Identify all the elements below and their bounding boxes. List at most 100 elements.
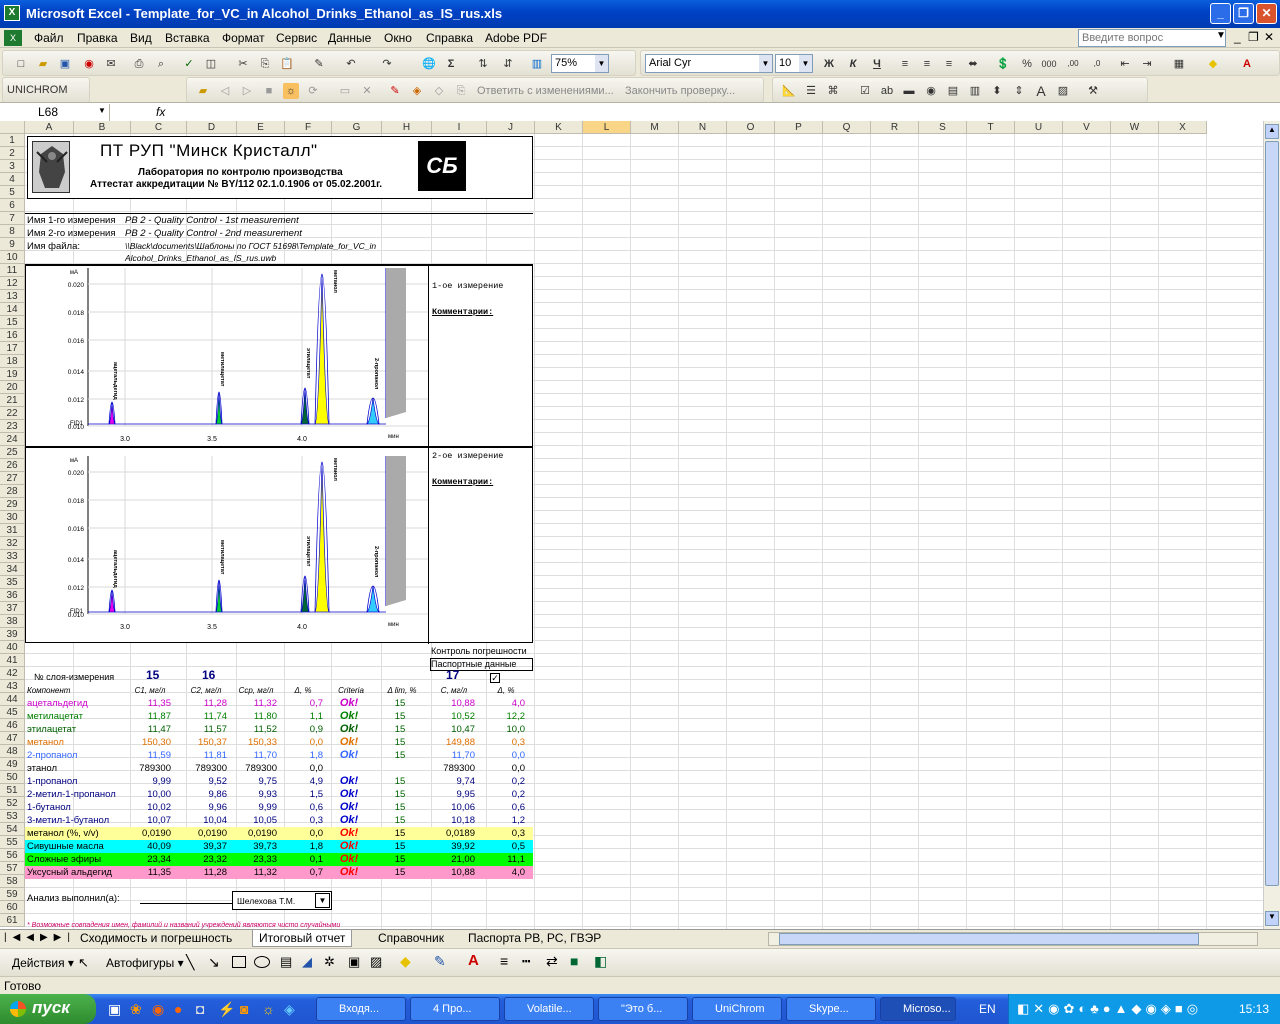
row-header[interactable]: 50 <box>0 771 25 784</box>
align-right-icon[interactable]: ≡ <box>941 56 957 72</box>
column-header-r[interactable]: R <box>871 121 919 134</box>
row-header[interactable]: 5 <box>0 186 25 199</box>
align-center-icon[interactable]: ≡ <box>919 56 935 72</box>
refresh-icon[interactable]: ⟳ <box>305 83 321 99</box>
reply-icon[interactable]: ⎘ <box>453 83 469 99</box>
menu-help[interactable]: Справка <box>426 31 473 45</box>
menu-data[interactable]: Данные <box>328 31 371 45</box>
wordart-icon[interactable]: ◢ <box>302 954 312 970</box>
column-header-w[interactable]: W <box>1111 121 1159 134</box>
listbox-control-icon[interactable]: ▤ <box>945 83 961 99</box>
column-header-j[interactable]: J <box>487 121 535 134</box>
font-color-icon[interactable]: A <box>468 952 479 969</box>
currency-icon[interactable]: 💲 <box>995 56 1011 72</box>
menu-adobe-pdf[interactable]: Adobe PDF <box>485 31 547 45</box>
row-header[interactable]: 38 <box>0 615 25 628</box>
more-controls-icon[interactable]: ⚒ <box>1085 83 1101 99</box>
column-header-b[interactable]: B <box>74 121 131 134</box>
font-color-icon[interactable]: A <box>1239 56 1255 72</box>
italic-icon[interactable]: К <box>845 56 861 72</box>
row-header[interactable]: 2 <box>0 147 25 160</box>
column-header-f[interactable]: F <box>285 121 332 134</box>
checkbox-control-icon[interactable]: ☑ <box>857 83 873 99</box>
autoshapes-menu[interactable]: Автофигуры ▾ <box>106 956 184 970</box>
column-header-o[interactable]: O <box>727 121 775 134</box>
arrow-icon[interactable]: ↘ <box>208 954 220 971</box>
decrease-decimal-icon[interactable]: ,0 <box>1089 56 1105 72</box>
font-size-select[interactable]: 10 ▼ <box>775 54 813 73</box>
row-header[interactable]: 20 <box>0 381 25 394</box>
comment-icon[interactable]: ▭ <box>337 83 353 99</box>
diagram-icon[interactable]: ✲ <box>324 954 335 970</box>
doc-close-button[interactable]: ✕ <box>1264 30 1274 44</box>
row-header[interactable]: 6 <box>0 199 25 212</box>
bold-icon[interactable]: Ж <box>821 56 837 72</box>
app-icon[interactable]: ◘ <box>196 1001 204 1017</box>
align-left-icon[interactable]: ≡ <box>897 56 913 72</box>
line-icon[interactable]: ╲ <box>186 954 194 971</box>
font-select[interactable]: Arial Cyr ▼ <box>645 54 773 73</box>
column-header-l[interactable]: L <box>583 121 631 134</box>
column-header-p[interactable]: P <box>775 121 823 134</box>
properties-icon[interactable]: ☰ <box>803 83 819 99</box>
autosum-icon[interactable]: Σ <box>443 56 459 72</box>
row-header[interactable]: 4 <box>0 173 25 186</box>
row-header[interactable]: 58 <box>0 875 25 888</box>
increase-indent-icon[interactable]: ⇥ <box>1139 56 1155 72</box>
tab-convergence[interactable]: Сходимость и погрешность <box>74 930 238 947</box>
workbook-icon[interactable]: X <box>4 30 22 46</box>
column-header-n[interactable]: N <box>679 121 727 134</box>
scroll-up-icon[interactable]: ▲ <box>1265 124 1279 139</box>
hyperlink-icon[interactable]: 🌐 <box>421 56 437 72</box>
row-header[interactable]: 43 <box>0 680 25 693</box>
column-header-q[interactable]: Q <box>823 121 871 134</box>
vertical-scrollbar[interactable]: ▲ ▼ <box>1263 121 1280 929</box>
accept-icon[interactable]: ◈ <box>409 83 425 99</box>
save-icon[interactable]: ▣ <box>57 56 73 72</box>
column-header-v[interactable]: V <box>1063 121 1111 134</box>
taskbar-item[interactable]: Skype... <box>786 997 876 1021</box>
taskbar-item[interactable]: 4 Про... <box>410 997 500 1021</box>
tab-reference[interactable]: Справочник <box>372 930 450 947</box>
email-icon[interactable]: ✉ <box>103 56 119 72</box>
textbox-icon[interactable]: ▤ <box>280 954 292 970</box>
paste-icon[interactable]: 📋 <box>279 56 295 72</box>
copy-icon[interactable]: ⎘ <box>257 56 273 72</box>
opera-icon[interactable]: ● <box>174 1001 182 1017</box>
fill-bucket-icon[interactable]: ◆ <box>400 953 411 970</box>
menu-view[interactable]: Вид <box>130 31 152 45</box>
row-header[interactable]: 39 <box>0 628 25 641</box>
row-header[interactable]: 19 <box>0 368 25 381</box>
unichrom-button[interactable]: UNICHROM <box>7 82 77 98</box>
column-header-s[interactable]: S <box>919 121 967 134</box>
taskbar-item[interactable]: Входя... <box>316 997 406 1021</box>
firefox-icon[interactable]: ◉ <box>152 1001 164 1018</box>
restore-button[interactable]: ❐ <box>1233 3 1254 24</box>
row-header[interactable]: 57 <box>0 862 25 875</box>
row-header[interactable]: 23 <box>0 420 25 433</box>
menu-file[interactable]: Файл <box>34 31 64 45</box>
row-header[interactable]: 27 <box>0 472 25 485</box>
zoom-select[interactable]: 75% ▼ <box>551 54 609 73</box>
web-back-icon[interactable]: ◁ <box>217 83 233 99</box>
spelling-icon[interactable]: ✓ <box>181 56 197 72</box>
row-header[interactable]: 7 <box>0 212 25 225</box>
app3-icon[interactable]: ☼ <box>262 1001 275 1017</box>
reply-with-changes-button[interactable]: Ответить с изменениями... <box>477 83 617 99</box>
new-icon[interactable]: □ <box>13 56 29 72</box>
tab-nav-arrows-icon[interactable]: |◀◀▶▶| <box>4 932 76 943</box>
row-header[interactable]: 16 <box>0 329 25 342</box>
row-header[interactable]: 18 <box>0 355 25 368</box>
column-header-g[interactable]: G <box>332 121 382 134</box>
fill-color-icon[interactable]: ◆ <box>1205 56 1221 72</box>
active-review-icon[interactable]: ☼ <box>283 83 299 99</box>
column-header-d[interactable]: D <box>187 121 237 134</box>
row-header[interactable]: 21 <box>0 394 25 407</box>
msn-icon[interactable]: ❀ <box>130 1001 142 1018</box>
row-header[interactable]: 11 <box>0 264 25 277</box>
select-pointer-icon[interactable]: ↖ <box>78 955 89 971</box>
track-changes-icon[interactable]: ✎ <box>387 83 403 99</box>
3d-icon[interactable]: ◧ <box>594 953 607 970</box>
column-header-t[interactable]: T <box>967 121 1015 134</box>
row-header[interactable]: 26 <box>0 459 25 472</box>
